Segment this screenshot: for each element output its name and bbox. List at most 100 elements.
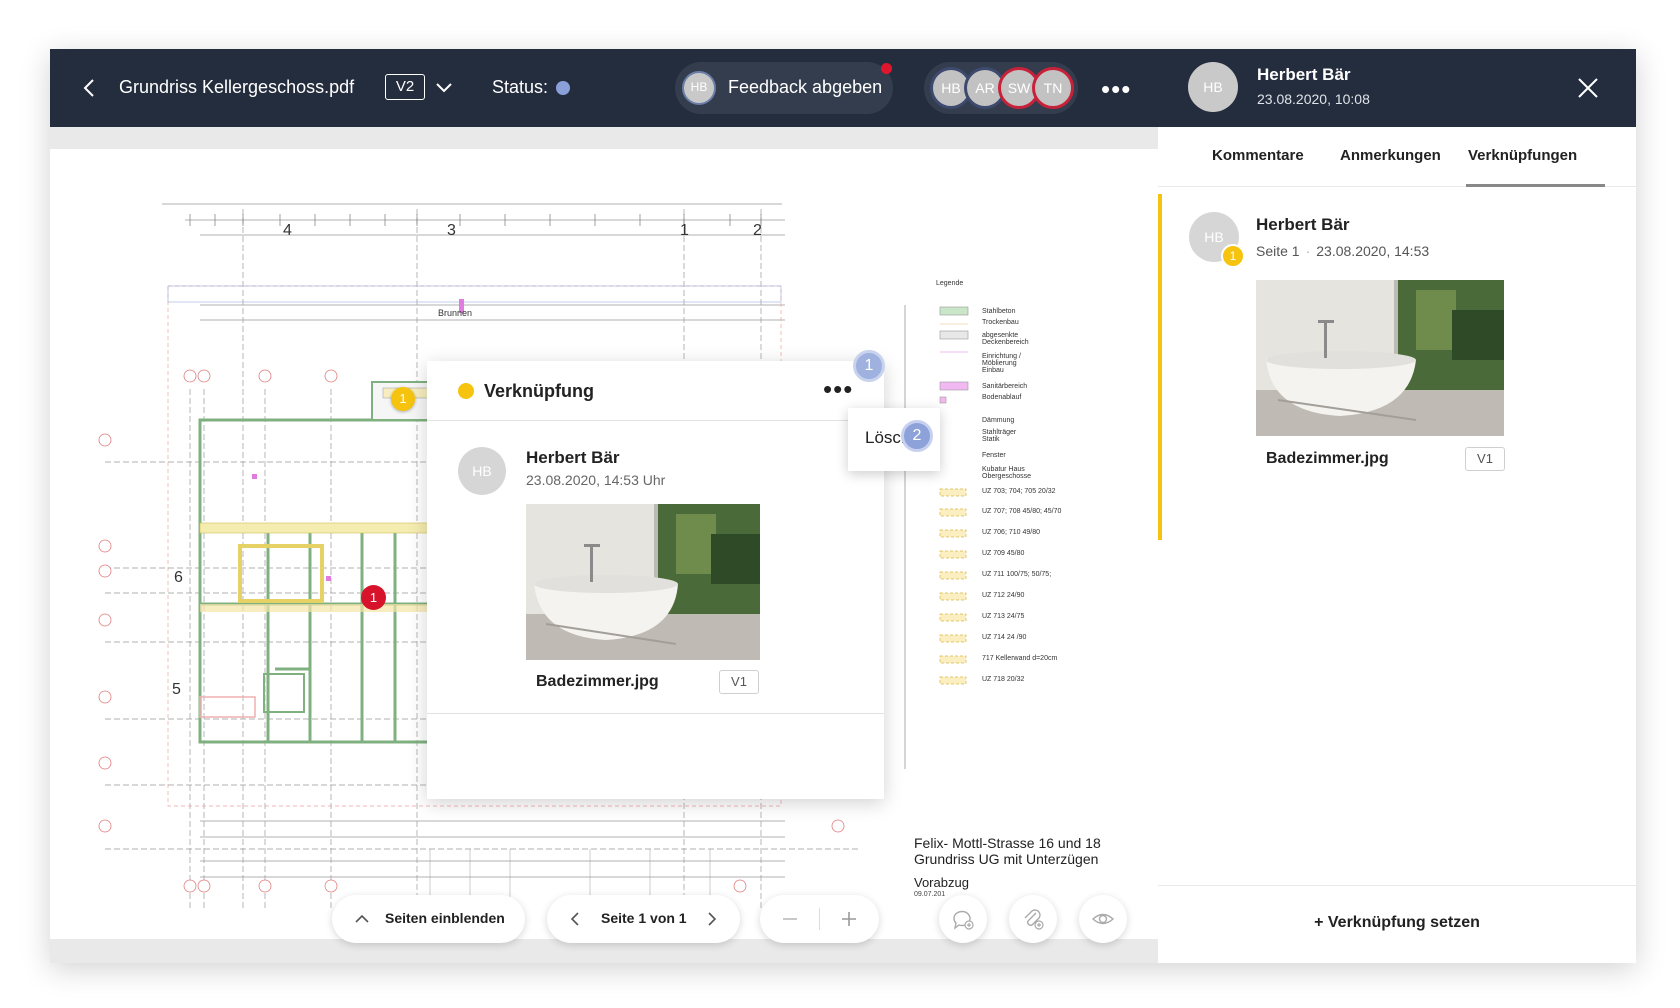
legend-title: Legende: [936, 280, 964, 287]
document-canvas[interactable]: 4 3 1 2 6 5 Brunnen Legende Stahlbeton T…: [50, 127, 1158, 963]
plan-label: Brunnen: [438, 308, 473, 318]
chevron-right-icon[interactable]: [702, 910, 720, 928]
plan-address-line: Felix- Mottl-Strasse 16 und 18: [914, 835, 1101, 851]
top-bar: Grundriss Kellergeschoss.pdf V2 Status: …: [50, 49, 1158, 127]
close-icon[interactable]: [1575, 75, 1601, 101]
more-icon[interactable]: •••: [1101, 74, 1131, 105]
linked-file-name[interactable]: Badezimmer.jpg: [536, 673, 659, 691]
comment-add-icon: [953, 910, 974, 930]
link-card-page: Seite 1: [1256, 243, 1300, 259]
axis-label: 1: [680, 222, 689, 239]
app-window: Grundriss Kellergeschoss.pdf V2 Status: …: [50, 49, 1636, 963]
avatar-tn[interactable]: TN: [1032, 67, 1074, 109]
legend-uz-item: UZ 709 45/80: [982, 550, 1025, 557]
participant-avatars[interactable]: HB AR SW TN: [924, 62, 1078, 114]
zoom-controls: [760, 895, 879, 943]
version-select[interactable]: V2: [385, 74, 425, 100]
panel-user-name: Herbert Bär: [1257, 65, 1351, 84]
chevron-left-icon[interactable]: [567, 910, 585, 928]
feedback-button-label: Feedback abgeben: [728, 77, 883, 97]
plan-address-line: Grundriss UG mit Unterzügen: [914, 851, 1099, 867]
legend-item: Stahlbeton: [982, 308, 1016, 315]
comment-marker[interactable]: 1: [361, 585, 386, 610]
popup-author: Herbert Bär: [526, 448, 620, 467]
legend-item: Dämmung: [982, 417, 1015, 424]
divider: [819, 908, 820, 930]
divider: [427, 713, 884, 714]
eye-icon: [1091, 913, 1115, 925]
panel-date: 23.08.2020, 10:08: [1257, 91, 1370, 107]
legend-item: Kubatur Haus Obergeschosse: [982, 466, 1032, 480]
link-card[interactable]: HB 1 Herbert Bär Seite 1 · 23.08.2020, 14:…: [1158, 194, 1636, 540]
more-icon[interactable]: •••: [823, 374, 853, 405]
tab-anmerkungen[interactable]: Anmerkungen: [1340, 147, 1441, 164]
file-version-badge[interactable]: V1: [719, 670, 759, 694]
plan-address: Felix- Mottl-Strasse 16 und 18 Grundriss…: [914, 835, 1101, 867]
status-indicator[interactable]: [556, 81, 570, 95]
avatar: HB: [682, 71, 716, 105]
legend-uz-item: UZ 712 24/90: [982, 592, 1025, 599]
link-card-meta: Seite 1 · 23.08.2020, 14:53: [1256, 243, 1429, 259]
popup-title: Verknüpfung: [484, 381, 595, 401]
panel-tabs: Kommentare Anmerkungen Verknüpfungen: [1158, 127, 1636, 187]
zoom-in-icon[interactable]: [839, 909, 859, 929]
avatar: HB: [458, 447, 506, 495]
separator-dot: ·: [1305, 243, 1311, 259]
plan-stamp: Vorabzug: [914, 875, 969, 890]
plan-stamp-date: 09.07.201: [914, 891, 946, 898]
side-panel: HB Herbert Bär 23.08.2020, 10:08 Komment…: [1158, 49, 1636, 963]
show-pages-label: Seiten einblenden: [385, 910, 505, 926]
step-badge: 1: [853, 350, 885, 382]
document-title: Grundriss Kellergeschoss.pdf: [119, 77, 355, 97]
feedback-button[interactable]: HB Feedback abgeben: [675, 62, 893, 114]
legend-item: Bodenablauf: [982, 394, 1022, 401]
panel-header: HB Herbert Bär 23.08.2020, 10:08: [1158, 49, 1636, 127]
link-card-date: 23.08.2020, 14:53: [1316, 243, 1430, 259]
legend-uz-item: UZ 711 100/75; 50/75;: [982, 571, 1052, 578]
link-card-author: Herbert Bär: [1256, 215, 1350, 234]
notification-dot: [881, 63, 892, 74]
legend-uz-item: UZ 714 24 /90: [982, 634, 1027, 641]
legend-item: Einrichtung / Möblierung Einbau: [982, 353, 1021, 374]
legend-item: abgesenkte Deckenbereich: [982, 332, 1029, 346]
axis-label: 3: [447, 222, 456, 239]
linked-image-thumbnail[interactable]: [1256, 280, 1504, 436]
legend-uz-item: UZ 707; 708 45/80; 45/70: [982, 508, 1062, 515]
link-number-badge: 1: [1221, 244, 1245, 268]
popup-date: 23.08.2020, 14:53 Uhr: [526, 472, 666, 488]
visibility-button[interactable]: [1079, 895, 1127, 943]
add-comment-button[interactable]: [939, 895, 987, 943]
chevron-up-icon: [355, 914, 369, 923]
page-navigator: Seite 1 von 1: [547, 895, 740, 943]
panel-footer: + Verknüpfung setzen: [1158, 885, 1636, 963]
legend-item: Stahlträger Statik: [982, 429, 1017, 443]
axis-label: 2: [753, 222, 762, 239]
tab-verknuepfungen[interactable]: Verknüpfungen: [1468, 147, 1577, 164]
link-popup: Verknüpfung ••• HB Herbert Bär 23.08.202…: [427, 361, 884, 799]
back-icon[interactable]: [78, 76, 102, 100]
file-version-badge[interactable]: V1: [1465, 447, 1505, 471]
page-indicator: Seite 1 von 1: [601, 910, 687, 926]
axis-label: 6: [174, 569, 183, 586]
tab-kommentare[interactable]: Kommentare: [1212, 147, 1304, 164]
bathtub-image: [526, 504, 760, 660]
axis-label: 4: [283, 222, 292, 239]
zoom-out-icon[interactable]: [780, 909, 800, 929]
add-link-button[interactable]: + Verknüpfung setzen: [1158, 914, 1636, 932]
add-attachment-button[interactable]: [1009, 895, 1057, 943]
linked-image-thumbnail[interactable]: [526, 504, 760, 660]
show-pages-button[interactable]: Seiten einblenden: [332, 895, 525, 943]
axis-label: 5: [172, 681, 181, 698]
status-label: Status:: [492, 77, 549, 97]
legend-uz-item: UZ 718 20/32: [982, 676, 1025, 683]
link-card-accent: [1158, 194, 1162, 540]
bathtub-image: [1256, 280, 1504, 436]
legend-item: Sanitärbereich: [982, 383, 1028, 390]
link-marker[interactable]: 1: [391, 387, 415, 411]
active-tab-indicator: [1466, 184, 1605, 187]
legend-uz-item: UZ 706; 710 49/80: [982, 529, 1040, 536]
avatar: HB: [1188, 62, 1238, 112]
legend-item: Fenster: [982, 452, 1006, 459]
linked-file-name[interactable]: Badezimmer.jpg: [1266, 450, 1389, 468]
chevron-down-icon[interactable]: [434, 77, 454, 97]
